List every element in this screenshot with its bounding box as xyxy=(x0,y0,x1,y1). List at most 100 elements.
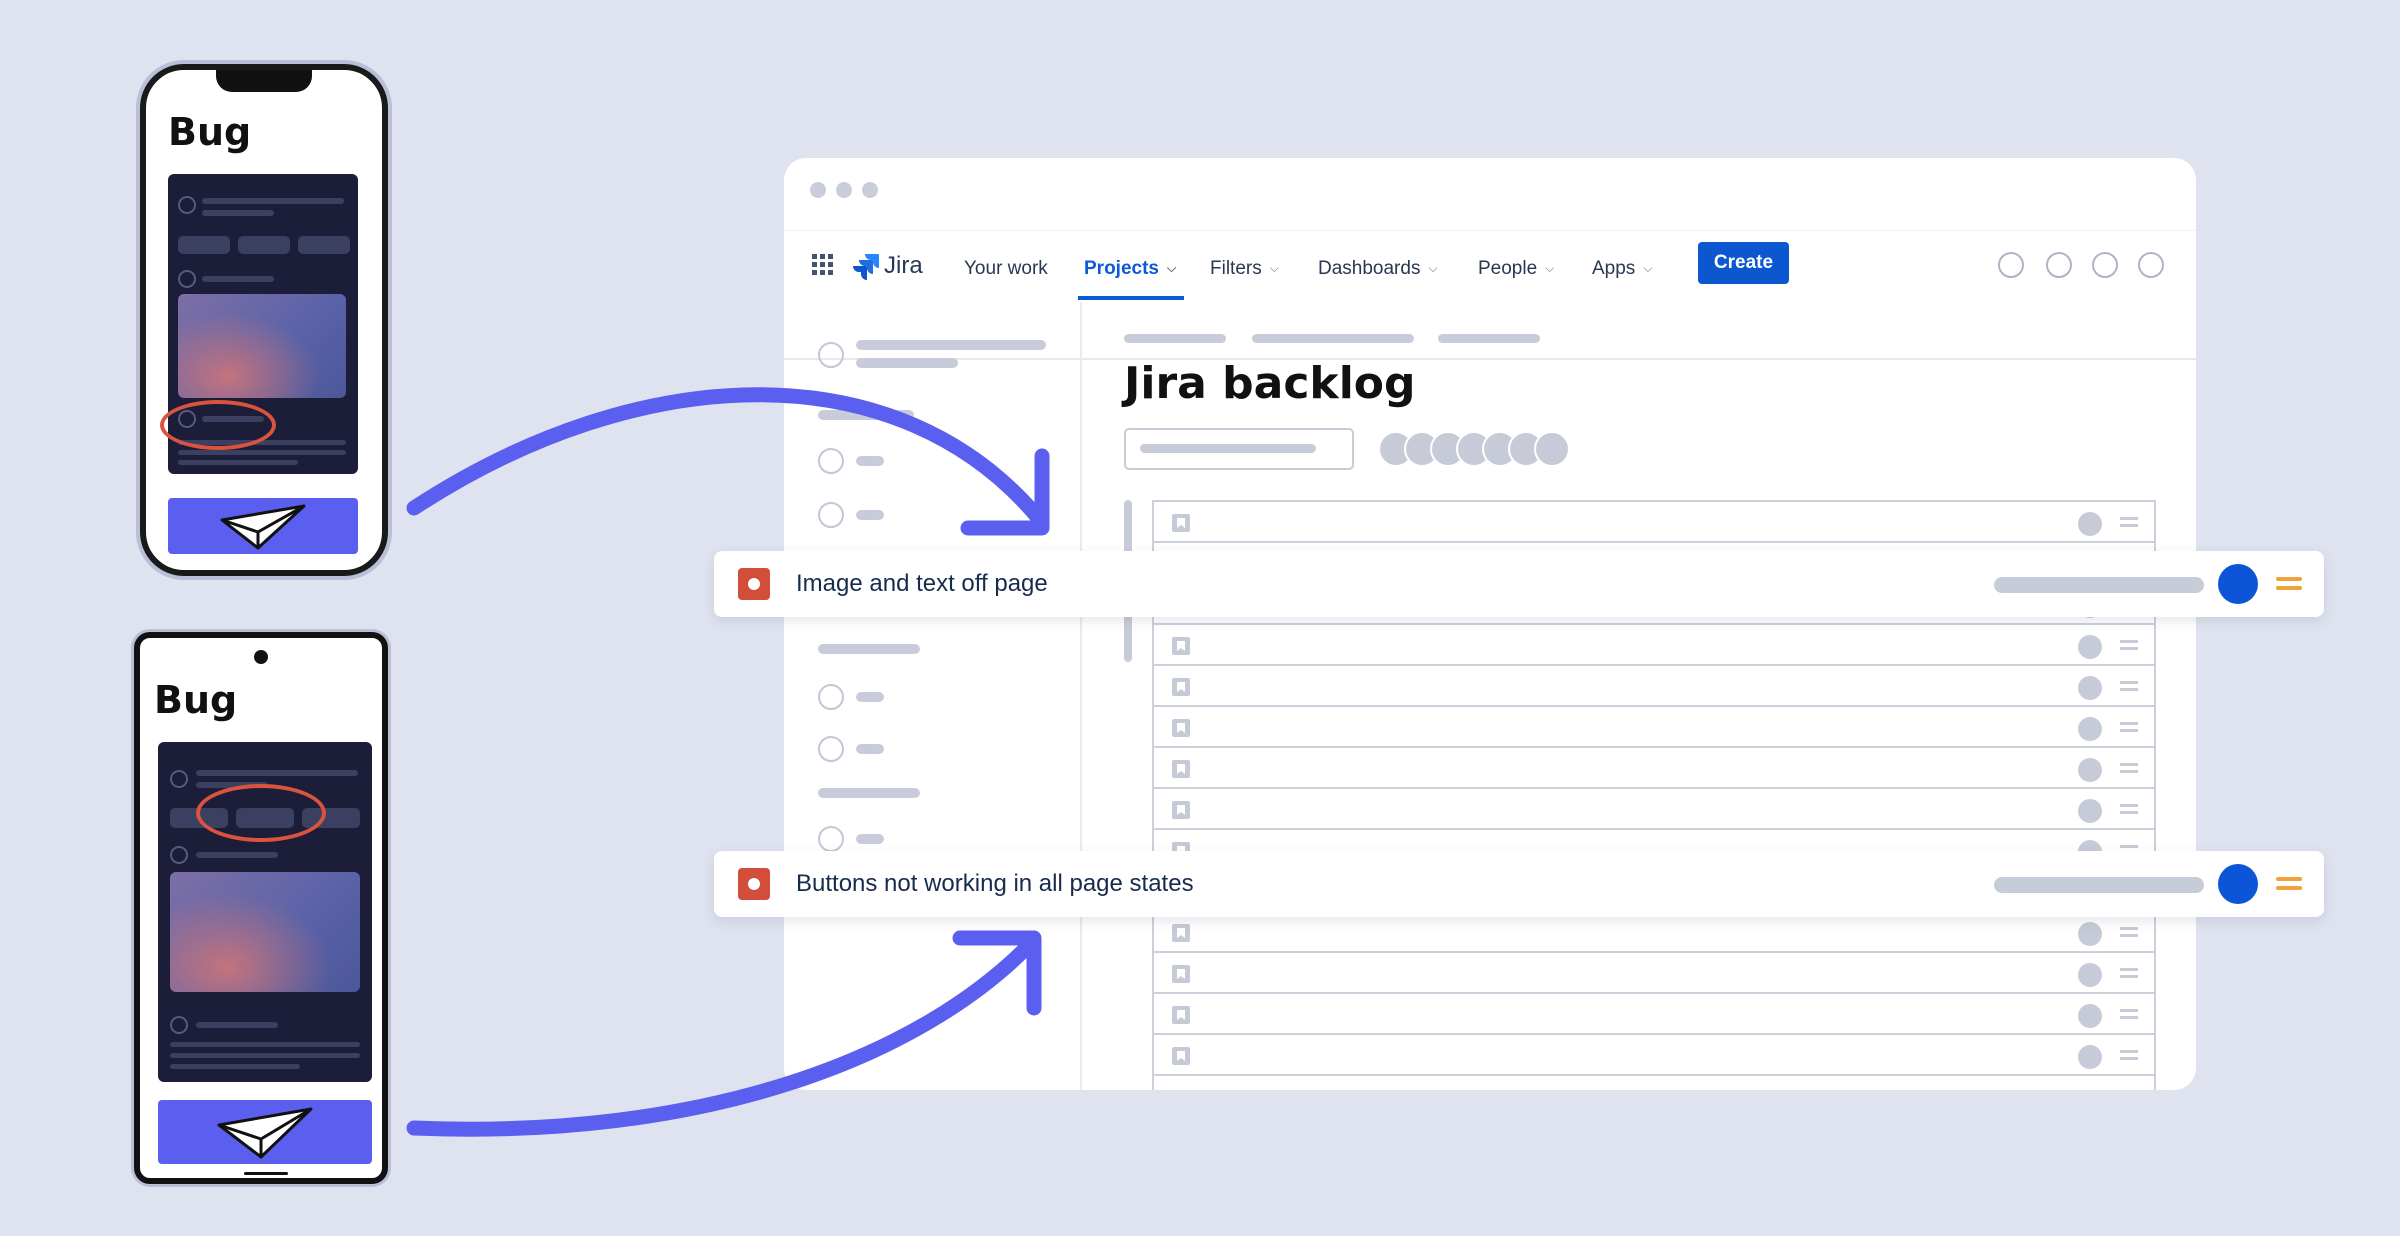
phone-title: Bug xyxy=(168,110,252,154)
chevron-down-icon: ⌵ xyxy=(1428,261,1438,275)
table-row[interactable] xyxy=(1154,1035,2154,1076)
priority-icon xyxy=(2120,1050,2138,1053)
priority-icon xyxy=(2120,722,2138,725)
bug-highlight-ring xyxy=(160,400,276,450)
issue-card[interactable]: Buttons not working in all page states xyxy=(714,851,2324,917)
bug-icon xyxy=(738,868,770,900)
breadcrumb[interactable] xyxy=(1124,334,1226,343)
sidebar-item-icon[interactable] xyxy=(818,684,844,710)
story-icon xyxy=(1172,924,1190,942)
table-row[interactable] xyxy=(1154,912,2154,953)
notification-icon[interactable] xyxy=(1998,252,2024,278)
issue-status-bar xyxy=(1994,577,2204,593)
assignee-avatar xyxy=(2078,717,2102,741)
assignee-avatar xyxy=(2078,635,2102,659)
settings-icon[interactable] xyxy=(2092,252,2118,278)
phone-title: Bug xyxy=(154,678,238,722)
iphone-mockup: Bug xyxy=(140,64,388,576)
phone-camera xyxy=(254,650,268,664)
priority-medium-icon xyxy=(2276,577,2302,581)
priority-icon xyxy=(2120,804,2138,807)
story-icon xyxy=(1172,514,1190,532)
story-icon xyxy=(1172,1047,1190,1065)
table-row[interactable] xyxy=(1154,666,2154,707)
bug-highlight-ring xyxy=(196,784,326,842)
avatar-icon xyxy=(170,846,188,864)
story-icon xyxy=(1172,760,1190,778)
table-row[interactable] xyxy=(1154,707,2154,748)
priority-icon xyxy=(2120,640,2138,643)
sidebar-item-icon[interactable] xyxy=(818,502,844,528)
breadcrumb[interactable] xyxy=(1438,334,1540,343)
window-dot xyxy=(862,182,878,198)
send-button[interactable] xyxy=(158,1100,372,1164)
chevron-down-icon: ⌵ xyxy=(1643,261,1653,275)
jira-logo[interactable]: Jira xyxy=(852,248,923,284)
sidebar-item-icon[interactable] xyxy=(818,826,844,852)
story-icon xyxy=(1172,637,1190,655)
priority-icon xyxy=(2120,927,2138,930)
table-row[interactable] xyxy=(1154,502,2154,543)
create-button[interactable]: Create xyxy=(1698,242,1789,284)
assignee-avatar xyxy=(2078,963,2102,987)
table-row[interactable] xyxy=(1154,953,2154,994)
paper-plane-icon xyxy=(220,504,306,550)
sidebar-divider xyxy=(1080,302,1082,1090)
help-icon[interactable] xyxy=(2046,252,2072,278)
assignee-filter-avatar[interactable] xyxy=(1534,431,1570,467)
page-title: Jira backlog xyxy=(1124,358,1416,409)
table-row[interactable] xyxy=(1154,789,2154,830)
sidebar-item-icon[interactable] xyxy=(818,736,844,762)
jira-browser-window: Jira Your work Projects ⌵ Filters ⌵ Dashbo… xyxy=(784,158,2196,1090)
backlog-search-input[interactable] xyxy=(1124,428,1354,470)
priority-icon xyxy=(2120,763,2138,766)
jira-logo-text: Jira xyxy=(884,252,923,279)
priority-icon xyxy=(2120,517,2138,520)
chevron-down-icon: ⌵ xyxy=(1166,261,1177,275)
assignee-avatar xyxy=(2078,799,2102,823)
story-icon xyxy=(1172,719,1190,737)
story-icon xyxy=(1172,965,1190,983)
story-icon xyxy=(1172,801,1190,819)
chevron-down-icon: ⌵ xyxy=(1545,261,1555,275)
story-icon xyxy=(1172,678,1190,696)
assignee-avatar xyxy=(2078,922,2102,946)
assignee-avatar[interactable] xyxy=(2218,864,2258,904)
nav-apps[interactable]: Apps ⌵ xyxy=(1592,258,1652,280)
paper-plane-icon xyxy=(217,1107,313,1159)
issue-title: Buttons not working in all page states xyxy=(796,870,1194,897)
image-placeholder xyxy=(178,294,346,398)
nav-dashboards[interactable]: Dashboards ⌵ xyxy=(1318,258,1438,280)
nav-filters[interactable]: Filters ⌵ xyxy=(1210,258,1279,280)
jira-logo-icon xyxy=(853,254,879,280)
issue-title: Image and text off page xyxy=(796,570,1048,597)
issue-card[interactable]: Image and text off page xyxy=(714,551,2324,617)
priority-icon xyxy=(2120,845,2138,848)
table-row[interactable] xyxy=(1154,748,2154,789)
table-row[interactable] xyxy=(1154,994,2154,1035)
window-dot xyxy=(810,182,826,198)
image-placeholder xyxy=(170,872,360,992)
nav-your-work[interactable]: Your work xyxy=(964,258,1048,280)
app-switcher-icon[interactable] xyxy=(812,254,834,276)
avatar-icon xyxy=(170,770,188,788)
nav-active-indicator xyxy=(1078,296,1184,300)
profile-avatar[interactable] xyxy=(2138,252,2164,278)
priority-icon xyxy=(2120,681,2138,684)
assignee-avatar xyxy=(2078,676,2102,700)
assignee-avatar xyxy=(2078,1045,2102,1069)
assignee-avatar xyxy=(2078,512,2102,536)
avatar-icon xyxy=(178,196,196,214)
project-avatar-icon[interactable] xyxy=(818,342,844,368)
table-row[interactable] xyxy=(1154,625,2154,666)
bug-icon xyxy=(738,568,770,600)
nav-people[interactable]: People ⌵ xyxy=(1478,258,1554,280)
assignee-avatar xyxy=(2078,1004,2102,1028)
nav-projects[interactable]: Projects ⌵ xyxy=(1084,258,1176,280)
story-icon xyxy=(1172,1006,1190,1024)
priority-icon xyxy=(2120,1009,2138,1012)
sidebar-item-icon[interactable] xyxy=(818,448,844,474)
breadcrumb[interactable] xyxy=(1252,334,1414,343)
assignee-avatar[interactable] xyxy=(2218,564,2258,604)
send-button[interactable] xyxy=(168,498,358,554)
